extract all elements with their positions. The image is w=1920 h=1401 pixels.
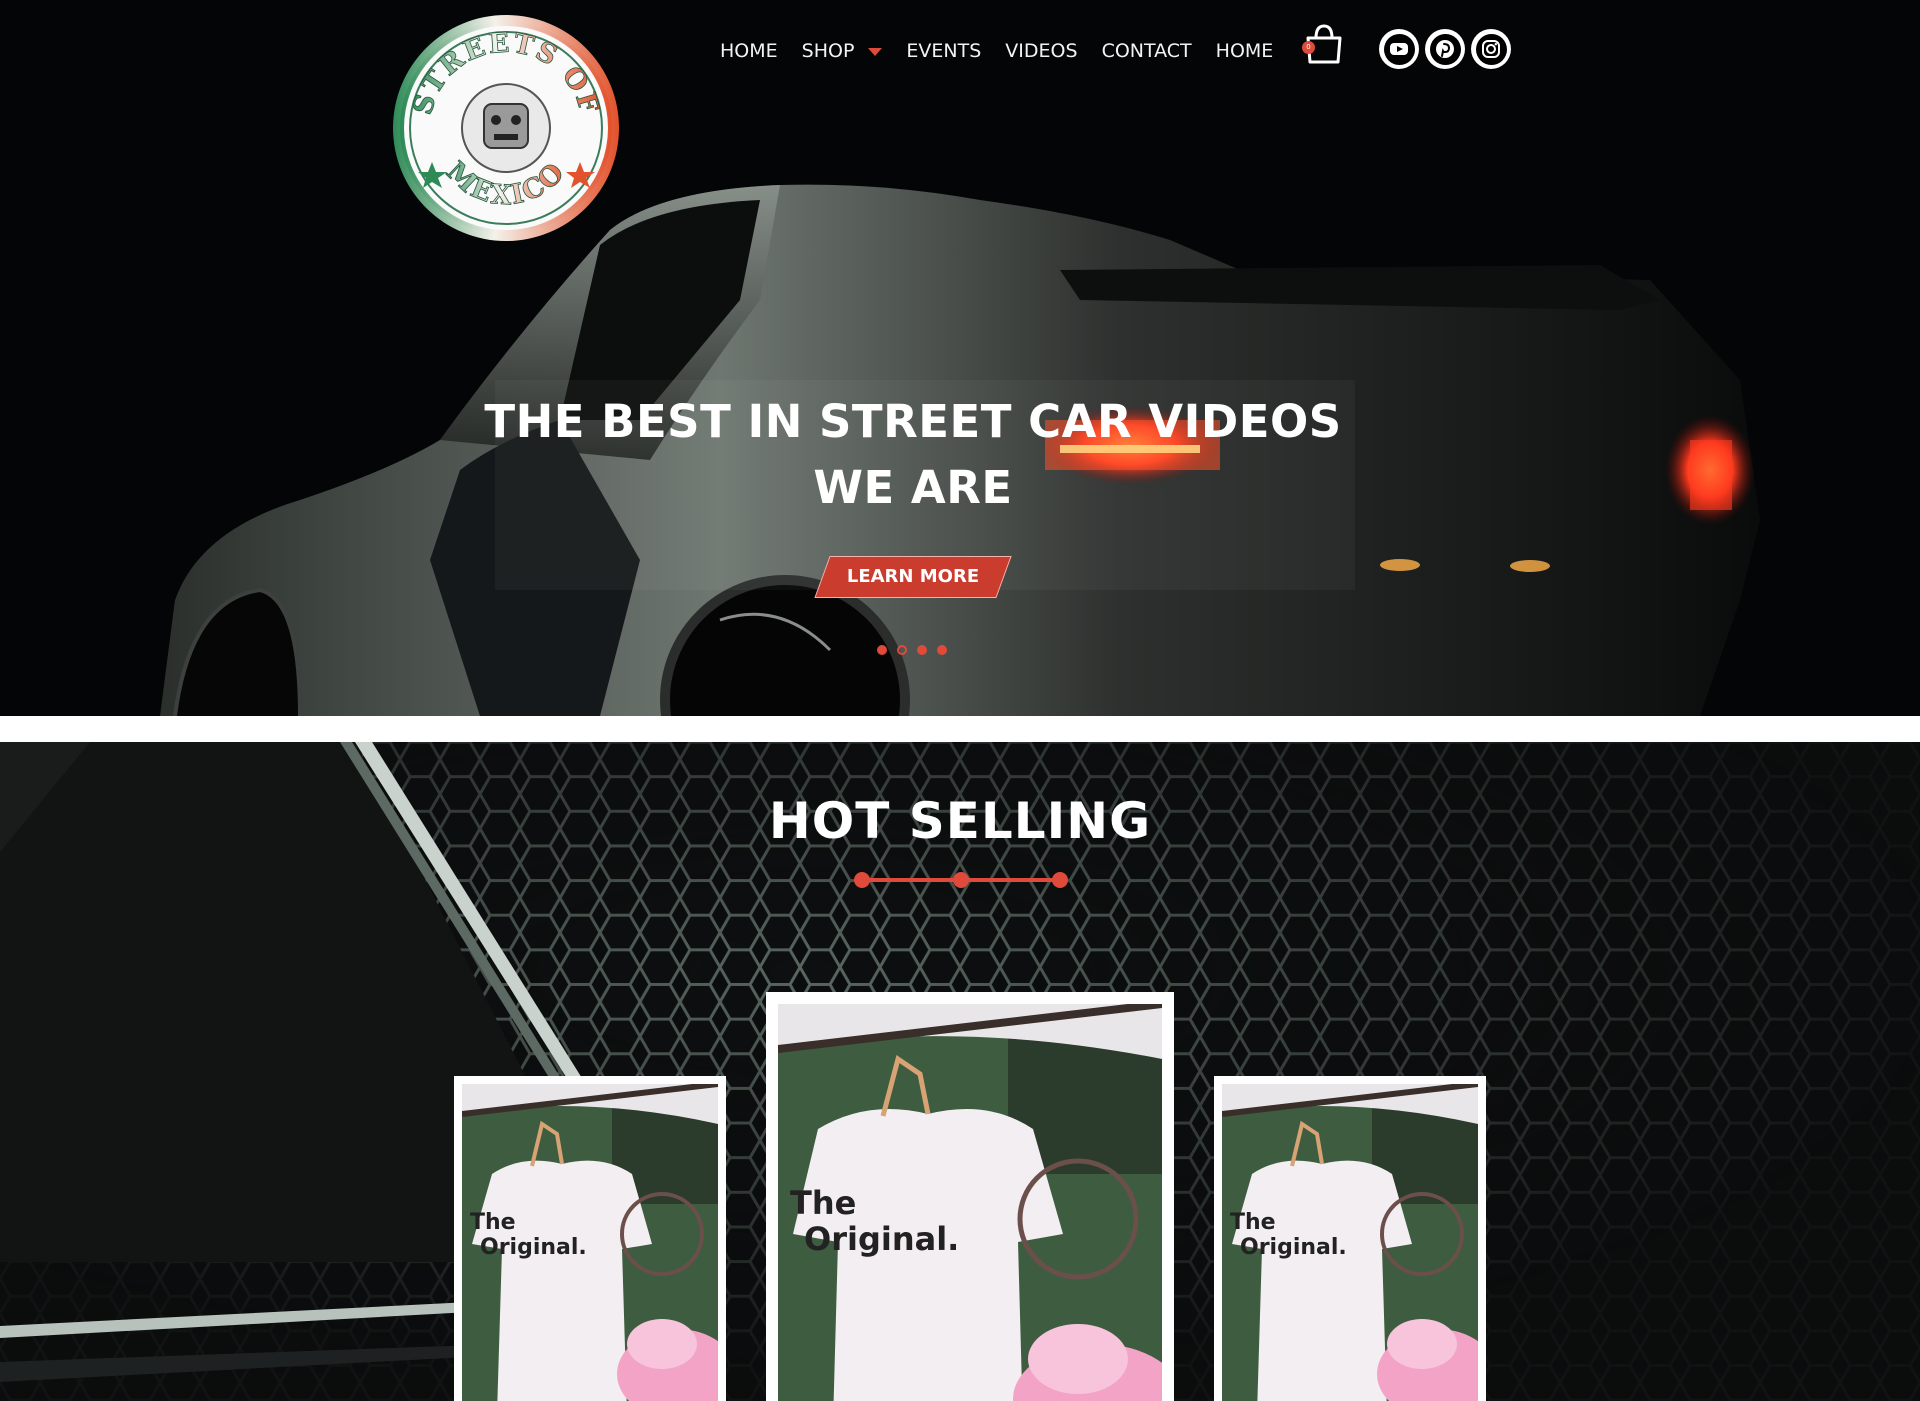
product-card[interactable]: The Original. — [454, 1076, 726, 1401]
pinterest-link[interactable] — [1425, 29, 1465, 69]
learn-more-label: LEARN MORE — [846, 566, 980, 587]
nav-contact-label: CONTACT — [1101, 40, 1192, 62]
hero-headline-line-2: WE ARE — [813, 461, 1013, 514]
nav-home-2-label: HOME — [1215, 40, 1274, 62]
shirt-text-2: Original. — [804, 1220, 959, 1258]
shirt-text-1: The — [470, 1210, 516, 1235]
main-nav: HOME SHOP EVENTS VIDEOS CONTACT HOME — [720, 36, 1297, 66]
slider-dots — [877, 645, 957, 655]
pinterest-icon — [1436, 40, 1454, 58]
hero-car-image — [160, 184, 1760, 716]
youtube-icon — [1390, 43, 1408, 55]
caret-down-icon — [868, 48, 883, 56]
cart-count-badge: 0 — [1302, 41, 1315, 54]
product-image: The Original. — [778, 1004, 1162, 1401]
instagram-link[interactable] — [1471, 29, 1511, 69]
hot-selling-title: HOT SELLING — [768, 792, 1152, 850]
nav-events[interactable]: EVENTS — [906, 40, 981, 62]
hot-selling-section: HOT SELLING The Original. The Original. … — [0, 742, 1920, 1401]
slider-dot[interactable] — [897, 645, 907, 655]
slider-dot[interactable] — [917, 645, 927, 655]
nav-shop-label: SHOP — [801, 40, 855, 62]
shirt-text-2: Original. — [480, 1235, 587, 1260]
nav-home-2[interactable]: HOME — [1216, 40, 1274, 62]
slider-dot[interactable] — [877, 645, 887, 655]
hero-slider: STREETS OF MEXICO HOME SHOP EVENTS VIDEO… — [0, 0, 1920, 716]
product-image: The Original. — [462, 1084, 718, 1401]
nav-home[interactable]: HOME — [720, 40, 778, 62]
nav-contact[interactable]: CONTACT — [1102, 40, 1192, 62]
instagram-icon — [1482, 40, 1500, 58]
hero-headline-line-1: THE BEST IN STREET CAR VIDEOS — [484, 395, 1342, 448]
product-card[interactable]: The Original. — [766, 992, 1174, 1401]
nav-events-label: EVENTS — [906, 40, 982, 62]
shirt-text-2: Original. — [1240, 1235, 1347, 1260]
nav-videos[interactable]: VIDEOS — [1005, 40, 1077, 62]
shirt-text-1: The — [790, 1184, 856, 1222]
nav-shop[interactable]: SHOP — [802, 40, 883, 62]
title-divider-icon — [854, 872, 1068, 888]
nav-home-label: HOME — [720, 40, 778, 62]
learn-more-button[interactable]: LEARN MORE — [814, 556, 1012, 598]
shirt-text-1: The — [1230, 1210, 1276, 1235]
streets-of-mexico-logo[interactable]: STREETS OF MEXICO — [390, 12, 622, 244]
product-card[interactable]: The Original. — [1214, 1076, 1486, 1401]
nav-videos-label: VIDEOS — [1005, 40, 1078, 62]
slider-dot[interactable] — [937, 645, 947, 655]
product-image: The Original. — [1222, 1084, 1478, 1401]
youtube-link[interactable] — [1379, 29, 1419, 69]
